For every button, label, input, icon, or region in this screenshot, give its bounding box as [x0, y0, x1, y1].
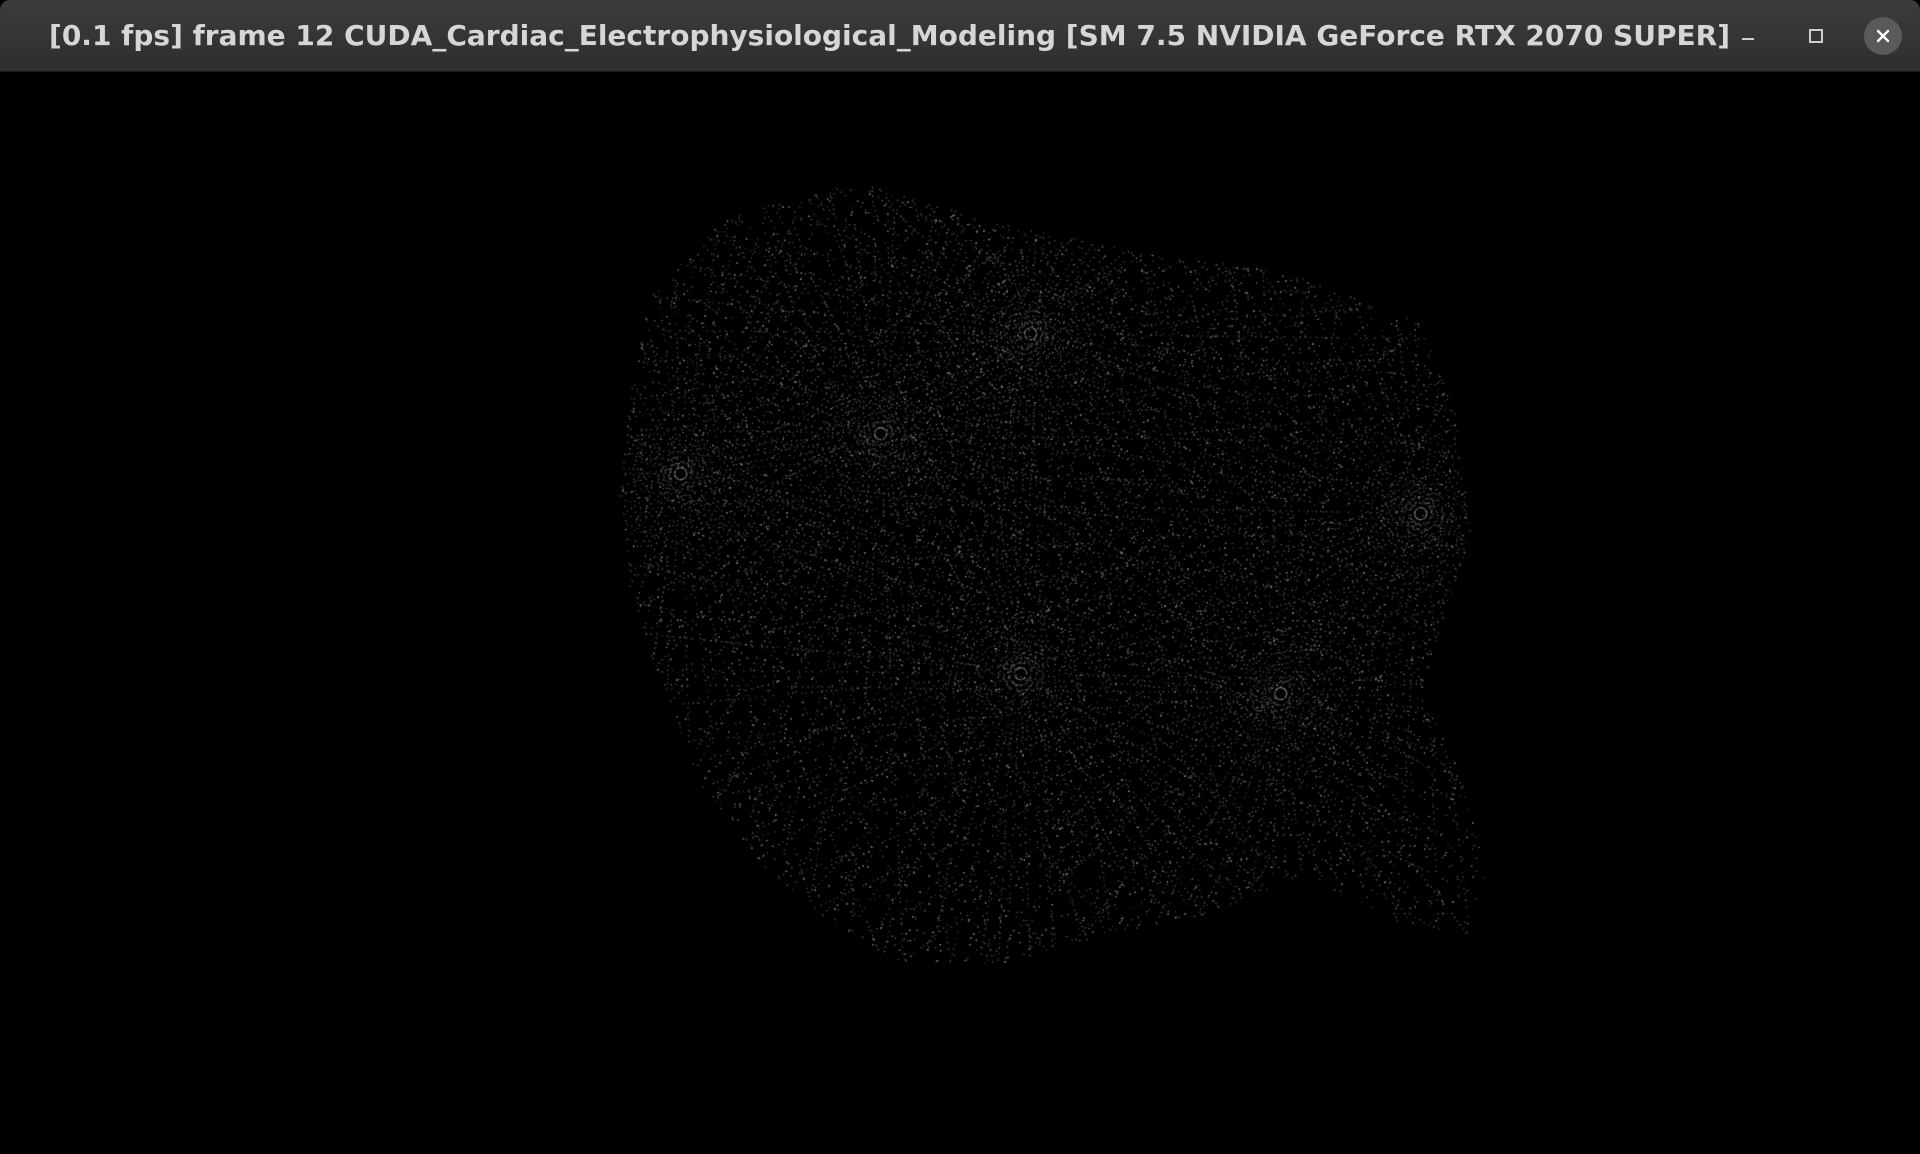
maximize-button[interactable] — [1796, 16, 1836, 56]
maximize-icon — [1809, 29, 1823, 43]
window-title: [0.1 fps] frame 12 CUDA_Cardiac_Electrop… — [49, 19, 1730, 52]
app-window: [0.1 fps] frame 12 CUDA_Cardiac_Electrop… — [0, 0, 1920, 1154]
minimize-icon — [1742, 38, 1754, 40]
minimize-button[interactable] — [1728, 16, 1768, 56]
close-icon — [1876, 29, 1890, 43]
point-cloud-canvas[interactable] — [0, 73, 1920, 1154]
close-button[interactable] — [1864, 17, 1902, 55]
title-bar[interactable]: [0.1 fps] frame 12 CUDA_Cardiac_Electrop… — [0, 0, 1920, 72]
render-viewport[interactable] — [0, 73, 1920, 1154]
